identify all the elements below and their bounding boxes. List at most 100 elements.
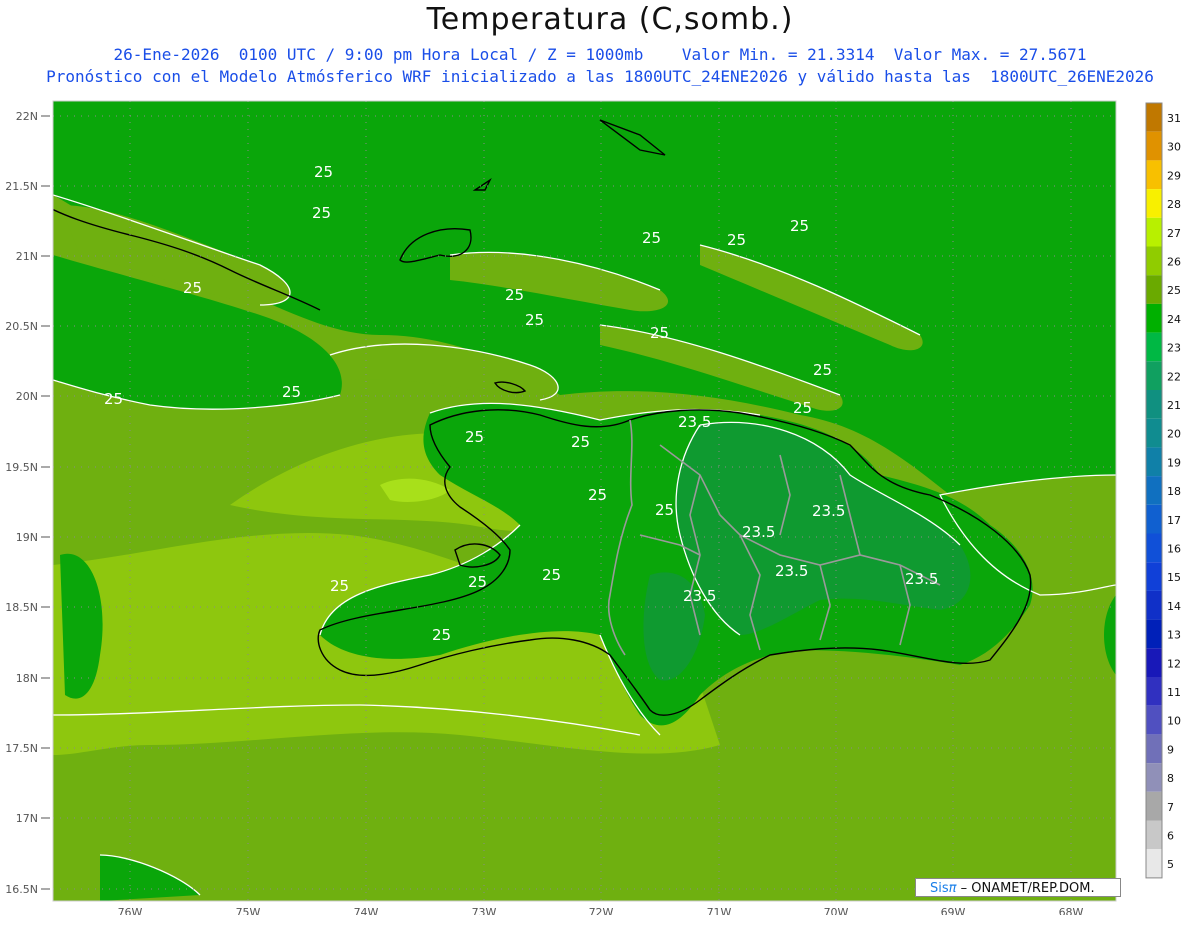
color-scale-label: 21	[1167, 399, 1181, 412]
lat-label: 18.5N	[5, 601, 38, 614]
color-scale-label: 5	[1167, 858, 1174, 871]
contour-label: 25	[727, 231, 746, 249]
color-scale-swatch	[1146, 361, 1162, 390]
lon-label: 69W	[941, 906, 966, 915]
map-subtitle-model: Pronóstico con el Modelo Atmósferico WRF…	[46, 67, 1154, 86]
color-scale-swatch	[1146, 820, 1162, 850]
lon-label: 75W	[236, 906, 261, 915]
color-scale-label: 29	[1167, 169, 1181, 182]
color-scale-swatch	[1146, 619, 1162, 649]
credit-box: Sisπ – ONAMET/REP.DOM.	[915, 878, 1121, 897]
lat-label: 17N	[16, 812, 38, 825]
color-scale-swatch	[1146, 189, 1162, 218]
lat-label: 18N	[16, 672, 38, 685]
color-scale-swatch	[1146, 217, 1162, 247]
lat-label: 20.5N	[5, 320, 38, 333]
color-scale-label: 10	[1167, 715, 1181, 728]
color-scale-label: 14	[1167, 600, 1181, 613]
contour-label: 25	[655, 501, 674, 519]
color-scale-swatch	[1146, 590, 1162, 620]
color-scale-label: 23	[1167, 342, 1181, 355]
color-scale-swatch	[1146, 332, 1162, 362]
color-scale-label: 7	[1167, 801, 1174, 814]
credit-sis: Sis	[930, 881, 949, 896]
map-subtitle-validity: 26-Ene-2026 0100 UTC / 9:00 pm Hora Loca…	[113, 45, 1087, 64]
contour-label: 25	[432, 626, 451, 644]
color-scale-swatch	[1146, 533, 1162, 563]
color-scale-label: 18	[1167, 485, 1181, 498]
contour-label: 23.5	[812, 502, 845, 520]
color-scale-swatch	[1146, 763, 1162, 792]
color-scale-swatch	[1146, 705, 1162, 735]
contour-label: 23.5	[678, 413, 711, 431]
color-scale-swatch	[1146, 849, 1162, 878]
color-scale-bar: 31 30 29 28 27 26 25 24 23 22 21 20 19 18 17 16 15 14 13 12…	[1145, 102, 1181, 879]
lon-label: 74W	[354, 906, 379, 915]
lon-label: 71W	[707, 906, 732, 915]
lon-label: 76W	[118, 906, 143, 915]
contour-label: 25	[330, 577, 349, 595]
contour-label: 25	[525, 311, 544, 329]
contour-label: 25	[312, 204, 331, 222]
contour-label: 25	[790, 217, 809, 235]
latitude-ticks	[41, 115, 50, 890]
color-scale-label: 20	[1167, 428, 1181, 441]
lon-label: 73W	[472, 906, 497, 915]
contour-label: 25	[650, 324, 669, 342]
color-scale-label: 30	[1167, 141, 1181, 154]
contour-label: 23.5	[905, 570, 938, 588]
contour-label: 25	[793, 399, 812, 417]
color-scale-label: 31	[1167, 112, 1181, 125]
contour-label: 23.5	[742, 523, 775, 541]
temperature-map: 25 25 25 25 25 25 25 25 25 25 25 25 25 2…	[5, 100, 1181, 915]
latitude-axis: 22N 21.5N 21N 20.5N 20N 19.5N 19N 18.5N …	[5, 110, 38, 896]
lon-label: 68W	[1059, 906, 1084, 915]
color-scale-label: 17	[1167, 514, 1181, 527]
contour-label: 25	[282, 383, 301, 401]
lat-label: 20N	[16, 390, 38, 403]
contour-label: 25	[104, 390, 123, 408]
contour-label: 25	[183, 279, 202, 297]
color-scale-label: 24	[1167, 313, 1181, 326]
color-scale-swatch	[1146, 246, 1162, 276]
color-scale-swatch	[1146, 303, 1162, 333]
lat-label: 21N	[16, 250, 38, 263]
color-scale-label: 9	[1167, 743, 1174, 756]
color-scale-label: 25	[1167, 284, 1181, 297]
lat-label: 17.5N	[5, 742, 38, 755]
color-scale-label: 28	[1167, 198, 1181, 211]
lat-label: 21.5N	[5, 180, 38, 193]
color-scale-swatch	[1146, 677, 1162, 706]
color-scale-swatch	[1146, 103, 1162, 132]
color-scale-label: 27	[1167, 227, 1181, 240]
color-scale-swatch	[1146, 275, 1162, 304]
color-scale-swatch	[1146, 562, 1162, 591]
contour-label: 25	[542, 566, 561, 584]
contour-label: 25	[571, 433, 590, 451]
lat-label: 22N	[16, 110, 38, 123]
color-scale-label: 15	[1167, 571, 1181, 584]
color-scale-label: 12	[1167, 657, 1181, 670]
color-scale-swatch	[1146, 131, 1162, 161]
color-scale-swatch	[1146, 791, 1162, 821]
color-scale-label: 6	[1167, 830, 1174, 843]
lat-label: 19.5N	[5, 461, 38, 474]
contour-label: 25	[468, 573, 487, 591]
lon-label: 72W	[589, 906, 614, 915]
lat-label: 16.5N	[5, 883, 38, 896]
color-scale-swatch	[1146, 447, 1162, 477]
contour-label: 25	[314, 163, 333, 181]
color-scale-label: 22	[1167, 370, 1181, 383]
contour-label: 25	[505, 286, 524, 304]
contour-label: 25	[465, 428, 484, 446]
map-title: Temperatura (C,somb.)	[426, 2, 794, 37]
color-scale-swatch	[1146, 504, 1162, 534]
color-scale-label: 19	[1167, 456, 1181, 469]
color-scale-swatch	[1146, 390, 1162, 419]
color-scale-label: 26	[1167, 256, 1181, 269]
color-scale-swatch	[1146, 160, 1162, 190]
contour-label: 25	[813, 361, 832, 379]
lat-label: 19N	[16, 531, 38, 544]
longitude-axis: 76W 75W 74W 73W 72W 71W 70W 69W 68W	[118, 906, 1084, 915]
color-scale-swatch	[1146, 418, 1162, 448]
